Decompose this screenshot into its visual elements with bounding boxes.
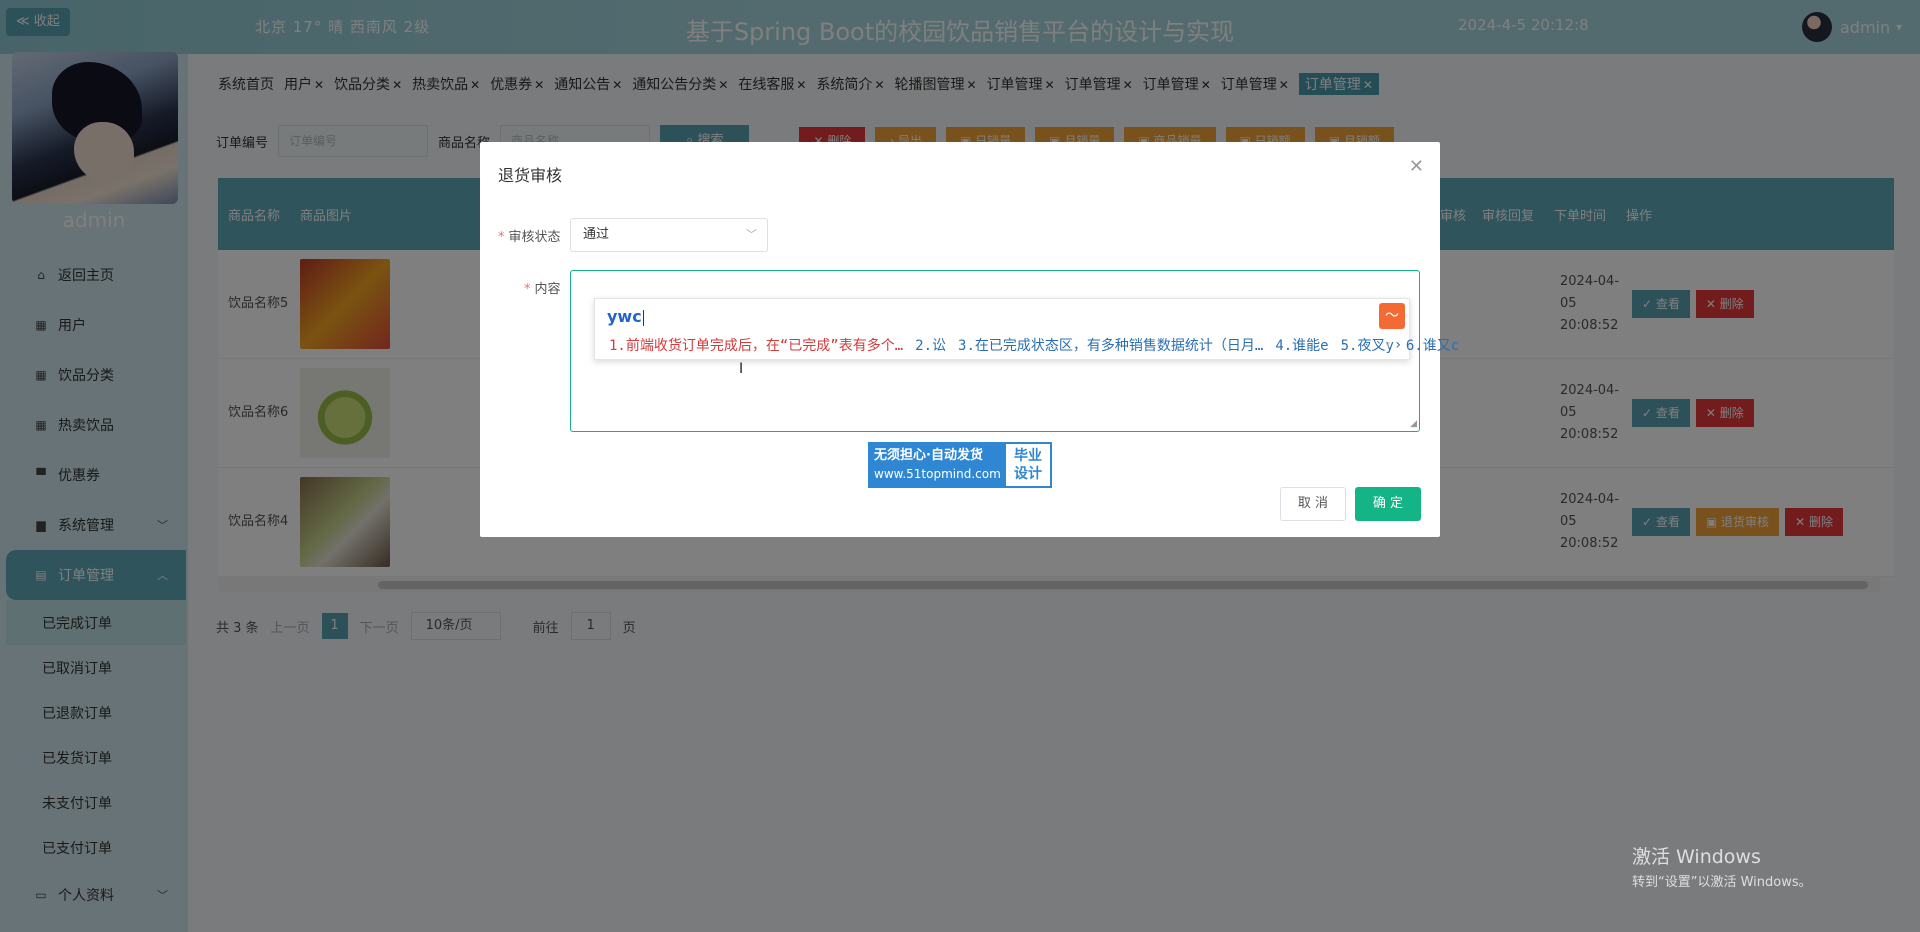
status-select-value: 通过 [583,227,610,242]
ime-candidate[interactable]: 3.在已完成状态区，有多种销售数据统计（日月… [958,335,1263,355]
status-label: * 审核状态 [498,226,561,245]
status-label-text: 审核状态 [508,230,561,245]
status-select[interactable]: 通过 ﹀ [570,218,768,252]
ime-candidate-window: ywc 〜 1.前端收货订单完成后，在“已完成”表有多个… 2.讼 3.在已完成… [594,298,1459,360]
ime-pager: ‹ › [1385,337,1401,353]
watermark-line-2: 转到“设置”以激活 Windows。 [1632,875,1812,890]
close-icon[interactable]: ✕ [1409,156,1424,177]
cancel-button[interactable]: 取 消 [1280,487,1346,521]
confirm-button[interactable]: 确 定 [1355,487,1421,521]
ime-composition: ywc [607,307,644,326]
required-mark: * [498,230,505,245]
ad-right-1: 毕业 [1014,448,1042,464]
ime-candidates: 1.前端收货订单完成后，在“已完成”表有多个… 2.讼 3.在已完成状态区，有多… [609,335,1471,355]
ad-line-1: 无须担心·自动发货 [874,448,983,463]
content-label: * 内容 [524,278,561,297]
ad-right-2: 设计 [1014,466,1042,482]
text-caret [642,309,644,326]
required-mark: * [524,282,531,297]
ime-candidate[interactable]: 1.前端收货订单完成后，在“已完成”表有多个… [609,335,903,355]
ad-line-2: www.51topmind.com [874,467,1001,481]
dialog-title: 退货审核 [498,166,563,185]
chevron-left-icon[interactable]: ‹ [1385,337,1391,353]
ime-candidate[interactable]: 2.讼 [915,335,946,355]
resize-handle-icon[interactable]: ◢ [1410,419,1417,429]
watermark-line-1: 激活 Windows [1632,846,1761,868]
chevron-down-icon: ﹀ [746,228,757,241]
windows-activation-watermark: 激活 Windows 转到“设置”以激活 Windows。 [1632,842,1812,890]
ad-left: 无须担心·自动发货 www.51topmind.com [870,444,1006,486]
ime-candidate[interactable]: 6.谁又c [1406,335,1459,355]
chevron-right-icon[interactable]: › [1395,337,1401,353]
ad-banner[interactable]: 无须担心·自动发货 www.51topmind.com 毕业 设计 [868,442,1052,488]
text-cursor-icon: I [739,361,744,377]
content-label-text: 内容 [534,282,561,297]
ime-composition-text: ywc [607,307,642,326]
ime-logo-icon[interactable]: 〜 [1379,303,1405,329]
ad-right: 毕业 设计 [1006,444,1050,486]
ime-candidate[interactable]: 4.谁能e [1275,335,1328,355]
